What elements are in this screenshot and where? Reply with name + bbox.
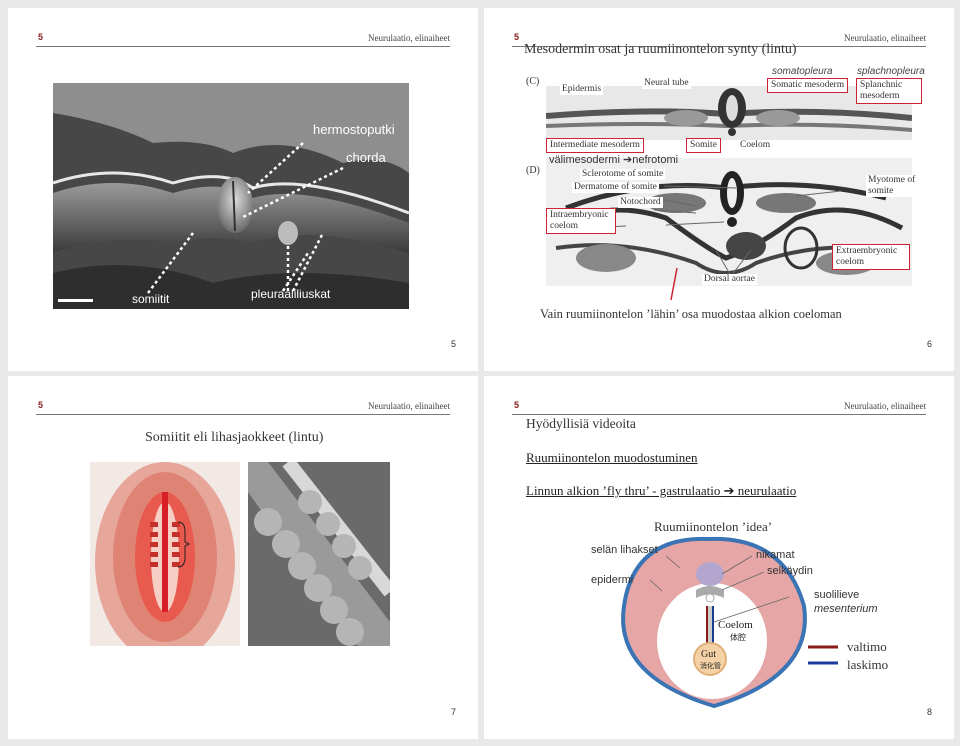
header-number: 5	[38, 400, 44, 410]
embryo-image	[90, 462, 240, 646]
page-number: 7	[450, 707, 456, 717]
sem-micrograph	[53, 83, 409, 309]
slide-header: 5 Neurulaatio, elinaiheet	[36, 400, 450, 415]
header-number: 5	[38, 32, 44, 42]
somite-sem-image	[248, 462, 390, 646]
label-suolilieve: suolilieve	[814, 589, 860, 601]
slide-header: 5 Neurulaatio, elinaiheet	[36, 32, 450, 47]
label-coelom-cn: 体腔	[730, 633, 746, 642]
label-nikamat: nikamat	[756, 549, 795, 561]
label-mesenterium: mesenterium	[814, 603, 878, 615]
slide-caption: Vain ruumiinontelon ’lähin’ osa muodosta…	[540, 307, 842, 321]
page-number: 6	[926, 339, 932, 349]
label-selan-lihakset: selän lihakset	[591, 544, 658, 556]
slide-3: 5 Neurulaatio, elinaiheet Somiitit eli l…	[8, 376, 478, 739]
label-somiitit: somiitit	[132, 292, 170, 306]
slide-4: 5 Neurulaatio, elinaiheet Hyödyllisiä vi…	[484, 376, 954, 739]
label-hermostoputki: hermostoputki	[313, 122, 395, 137]
legend-laskimo: laskimo	[847, 657, 889, 672]
header-text: Neurulaatio, elinaiheet	[368, 33, 450, 43]
page-number: 8	[926, 707, 932, 717]
label-epidermi: epidermi	[591, 574, 634, 586]
label-chorda: chorda	[346, 150, 386, 165]
embryo-photo	[90, 462, 240, 646]
slide-2: 5 Neurulaatio, elinaiheet Mesodermin osa…	[484, 8, 954, 371]
label-coelom: Coelom	[718, 619, 753, 631]
label-gut-cn: 消化管	[700, 662, 721, 670]
slide-1: 5 Neurulaatio, elinaiheet hermostoputki …	[8, 8, 478, 371]
somite-sem-photo	[248, 462, 390, 646]
legend-valtimo: valtimo	[847, 639, 887, 654]
sem-image	[53, 83, 409, 309]
label-selkaydin: selkäydin	[767, 565, 813, 577]
label-gut: Gut	[701, 649, 716, 660]
label-pleura: pleuraaliliuskat	[251, 287, 331, 301]
page-number: 5	[450, 339, 456, 349]
slide-title: Somiitit eli lihasjaokkeet (lintu)	[145, 430, 324, 445]
header-text: Neurulaatio, elinaiheet	[368, 401, 450, 411]
coelom-idea-diagram	[621, 536, 838, 709]
